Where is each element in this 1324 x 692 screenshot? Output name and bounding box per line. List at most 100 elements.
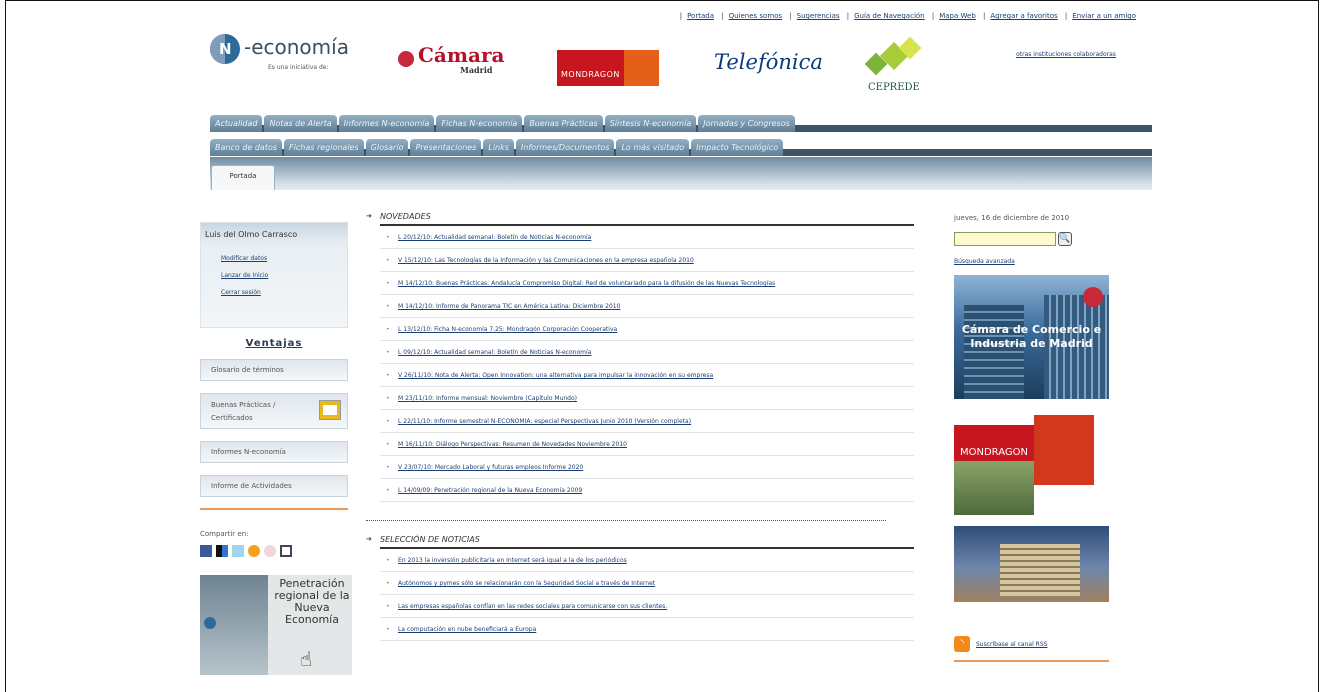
rss-row: ◝ Suscríbase al canal RSS xyxy=(954,636,1109,652)
novedad-link-9[interactable]: L 22/11/10: Informe semestral N-ECONOMIA… xyxy=(398,418,691,425)
noticia-link-1[interactable]: En 2013 la inversión publicitaria en Int… xyxy=(398,557,627,564)
buenas-practicas-label: Buenas Prácticas / Certificados xyxy=(211,401,276,422)
search-row: 🔍 xyxy=(954,232,1109,246)
search-icon[interactable]: 🔍 xyxy=(1058,232,1072,246)
tab-lo-mas-visitado[interactable]: Lo más visitado xyxy=(616,139,690,156)
camara-logo-icon xyxy=(1083,287,1103,307)
promo-title: Penetración regional de la Nueva Economí… xyxy=(274,577,350,626)
camara-building-1 xyxy=(964,305,1024,399)
advanced-search-link[interactable]: Búsqueda avanzada xyxy=(954,258,1109,265)
logout-link[interactable]: Cerrar sesión xyxy=(201,289,347,296)
camara-banner[interactable]: Cámara de Comercio e Industria de Madrid xyxy=(954,275,1109,399)
novedad-link-1[interactable]: L 20/12/10: Actualidad semanal: Boletín … xyxy=(398,234,591,241)
list-item: L 20/12/10: Actualidad semanal: Boletín … xyxy=(380,226,914,249)
meneame-icon[interactable] xyxy=(264,545,276,557)
camara-name: Cámara xyxy=(418,43,505,67)
top-link-mapa[interactable]: Mapa Web xyxy=(939,12,976,20)
list-item: L 13/12/10: Ficha N-economía 7.25: Mondr… xyxy=(380,318,914,341)
novedad-link-3[interactable]: M 14/12/10: Buenas Prácticas: Andalucía … xyxy=(398,280,775,287)
delicious-icon[interactable] xyxy=(216,545,228,557)
novedad-link-5[interactable]: L 13/12/10: Ficha N-economía 7.25: Mondr… xyxy=(398,326,617,333)
rss-icon[interactable]: ◝ xyxy=(954,636,970,652)
noticia-link-2[interactable]: Autónomos y pymes sólo se relacionarán c… xyxy=(398,580,655,587)
tab-banco-datos[interactable]: Banco de datos xyxy=(210,139,283,156)
mondragon-banner-text: MONDRAGON xyxy=(960,447,1028,458)
tab-impacto-tecnologico[interactable]: Impacto Tecnológico xyxy=(691,139,784,156)
noticias-list: En 2013 la inversión publicitaria en Int… xyxy=(380,549,914,641)
mondragon-banner[interactable]: MONDRAGON xyxy=(954,415,1109,515)
telefonica-logo[interactable]: Telefónica xyxy=(714,50,823,74)
tab-buenas-practicas[interactable]: Buenas Prácticas xyxy=(524,115,603,132)
list-item: L 09/12/10: Actualidad semanal: Boletín … xyxy=(380,341,914,364)
list-item: La computación en nube beneficiará a Eur… xyxy=(380,618,914,641)
novedad-link-10[interactable]: M 16/11/10: Diálogo Perspectivas: Resume… xyxy=(398,441,627,448)
novedad-link-6[interactable]: L 09/12/10: Actualidad semanal: Boletín … xyxy=(398,349,591,356)
user-name: Luis del Olmo Carrasco xyxy=(201,223,347,245)
rss-link[interactable]: Suscríbase al canal RSS xyxy=(976,641,1047,648)
right-sidebar: jueves, 16 de diciembre de 2010 🔍 Búsque… xyxy=(954,214,1109,662)
list-item: M 23/11/10: Informe mensual: Noviembre (… xyxy=(380,387,914,410)
top-link-favoritos[interactable]: Agregar a favoritos xyxy=(990,12,1057,20)
top-link-quienes[interactable]: Quienes somos xyxy=(729,12,783,20)
tab-jornadas[interactable]: Jornadas y Congresos xyxy=(698,115,795,132)
mondragon-banner-orange xyxy=(1034,415,1094,485)
subtab-portada[interactable]: Portada xyxy=(211,165,275,190)
top-link-portada[interactable]: Portada xyxy=(687,12,714,20)
list-item: V 23/07/10: Mercado Laboral y futuras em… xyxy=(380,456,914,479)
tab-fichas-regionales[interactable]: Fichas regionales xyxy=(284,139,364,156)
mondragon-logo[interactable]: MONDRAGON xyxy=(557,50,659,86)
ceprede-logo[interactable]: CEPREDE xyxy=(862,36,932,96)
noticia-link-3[interactable]: Las empresas españolas confían en las re… xyxy=(398,603,667,610)
tab-sintesis[interactable]: Síntesis N-economía xyxy=(604,115,697,132)
informes-button[interactable]: Informes N-economía xyxy=(200,441,348,463)
list-item: Autónomos y pymes sólo se relacionarán c… xyxy=(380,572,914,595)
novedad-link-11[interactable]: V 23/07/10: Mercado Laboral y futuras em… xyxy=(398,464,583,471)
modify-data-link[interactable]: Modificar datos xyxy=(201,255,347,262)
glosario-button[interactable]: Glosario de términos xyxy=(200,359,348,381)
home-link[interactable]: Lanzar de Inicio xyxy=(201,272,347,279)
bookmark-icon[interactable] xyxy=(248,545,260,557)
report-cover-image xyxy=(200,575,268,675)
tab-presentaciones[interactable]: Presentaciones xyxy=(410,139,482,156)
novedad-link-7[interactable]: V 26/11/10: Nota de Alerta: Open Innovat… xyxy=(398,372,713,379)
n-economia-logo[interactable]: N -economía Es una iniciativa de: xyxy=(210,34,380,74)
novedad-link-2[interactable]: V 15/12/10: Las Tecnologías de la Inform… xyxy=(398,257,694,264)
tab-links[interactable]: Links xyxy=(483,139,514,156)
ventajas-heading[interactable]: Ventajas xyxy=(200,338,348,349)
novedad-link-12[interactable]: L 14/09/09: Penetración regional de la N… xyxy=(398,487,582,494)
top-link-sugerencias[interactable]: Sugerencias xyxy=(797,12,840,20)
nav-primary: Actualidad Notas de Alerta Informes N-ec… xyxy=(210,115,797,132)
noticia-link-4[interactable]: La computación en nube beneficiará a Eur… xyxy=(398,626,536,633)
building-banner[interactable] xyxy=(954,526,1109,602)
buenas-practicas-button[interactable]: Buenas Prácticas / Certificados xyxy=(200,393,348,429)
right-divider xyxy=(954,660,1109,662)
building-image xyxy=(1000,544,1080,596)
tab-fichas[interactable]: Fichas N-economía xyxy=(436,115,523,132)
tab-informes-documentos[interactable]: Informes/Documentos xyxy=(515,139,615,156)
n-economia-logo-icon: N xyxy=(210,34,240,64)
novedad-link-4[interactable]: M 14/12/10: Informe de Panorama TIC en A… xyxy=(398,303,620,310)
tab-notas-alerta[interactable]: Notas de Alerta xyxy=(264,115,337,132)
other-institutions-link[interactable]: otras instituciones colaboradoras xyxy=(1016,50,1116,59)
twitter-icon[interactable] xyxy=(232,545,244,557)
tab-actualidad[interactable]: Actualidad xyxy=(210,115,263,132)
penetracion-promo[interactable]: Penetración regional de la Nueva Economí… xyxy=(200,575,352,675)
actividades-button[interactable]: Informe de Actividades xyxy=(200,475,348,497)
share-icons xyxy=(200,545,348,557)
tab-informes[interactable]: Informes N-economía xyxy=(338,115,435,132)
top-link-guia[interactable]: Guía de Navegación xyxy=(854,12,925,20)
top-links: | Portada | Quienes somos | Sugerencias | Gu… xyxy=(679,12,1136,20)
list-item: M 14/12/10: Informe de Panorama TIC en A… xyxy=(380,295,914,318)
ceprede-name: CEPREDE xyxy=(868,82,920,93)
google-icon[interactable] xyxy=(280,545,292,557)
novedad-link-8[interactable]: M 23/11/10: Informe mensual: Noviembre (… xyxy=(398,395,577,402)
left-sidebar: Luis del Olmo Carrasco Modificar datos L… xyxy=(200,222,352,675)
logo-word: -economía xyxy=(244,35,349,59)
list-item: Las empresas españolas confían en las re… xyxy=(380,595,914,618)
search-input[interactable] xyxy=(954,232,1056,246)
tab-glosario[interactable]: Glosario xyxy=(365,139,409,156)
facebook-icon[interactable] xyxy=(200,545,212,557)
logo-tagline: Es una iniciativa de: xyxy=(268,64,329,71)
top-link-enviar[interactable]: Enviar a un amigo xyxy=(1072,12,1136,20)
subnav-bar xyxy=(210,157,1152,190)
